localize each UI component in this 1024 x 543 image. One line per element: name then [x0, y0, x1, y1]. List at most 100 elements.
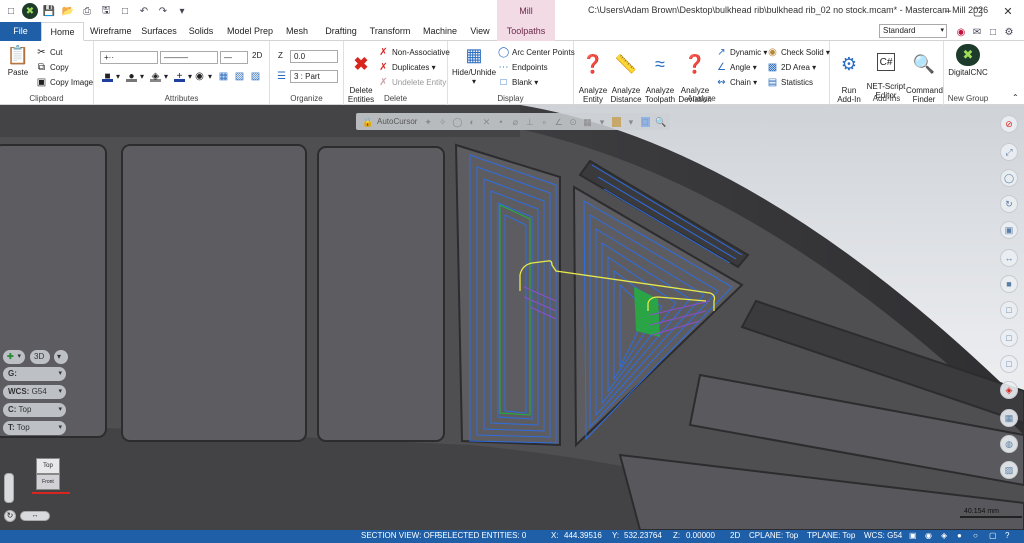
fit-icon[interactable]: ◯ — [1000, 169, 1018, 187]
snap-nearest-icon[interactable]: ∘ — [540, 117, 549, 127]
view-style-combo[interactable]: Standard ▾ — [879, 24, 947, 38]
set-all-button[interactable]: ▦ — [218, 71, 232, 82]
tab-home[interactable]: Home — [41, 22, 84, 41]
levels-icon-button[interactable]: ☰ — [276, 71, 290, 82]
planes-icon[interactable]: ▨ — [1000, 461, 1018, 479]
feedback-icon[interactable]: ✉ — [969, 24, 985, 40]
save-as-icon[interactable]: 🖫 — [98, 3, 114, 19]
tplane-control[interactable]: T: Top ▾ — [3, 421, 66, 435]
view-cube-top[interactable]: Top — [36, 458, 60, 474]
snap-options-icon[interactable]: ▾ — [597, 117, 606, 127]
line-style-combo[interactable]: ——— — [160, 51, 218, 64]
non-associative-button[interactable]: ✗ Non-Associative — [378, 47, 450, 58]
tab-surfaces[interactable]: Surfaces — [139, 22, 179, 41]
section-view-icon[interactable]: ▦ — [1000, 409, 1018, 427]
snap-perpendicular-icon[interactable]: ⊥ — [525, 117, 534, 127]
angle-button[interactable]: ∠ Angle ▾ — [716, 62, 757, 73]
mastercam-logo-icon[interactable]: ✖ — [22, 3, 38, 19]
lock-icon[interactable]: 🔒 — [362, 117, 373, 127]
undelete-entity-button[interactable]: ✗ Undelete Entity — [378, 77, 446, 88]
wireframe-mode-icon[interactable]: ○ — [973, 531, 978, 540]
customize-qat-icon[interactable]: ▾ — [174, 3, 190, 19]
level-combo[interactable]: 3 : Part — [290, 70, 338, 83]
help-icon[interactable]: ◉ — [953, 24, 969, 40]
tab-drafting[interactable]: Drafting — [320, 22, 362, 41]
tab-toolpaths[interactable]: Toolpaths — [497, 22, 555, 41]
gnomon-control-g[interactable]: G: ▾ — [3, 367, 66, 381]
close-button[interactable]: ✕ — [993, 0, 1023, 22]
help-status-icon[interactable]: ? — [1005, 531, 1009, 540]
reset-button[interactable]: ▨ — [250, 71, 264, 82]
color-swatch-icon[interactable] — [611, 116, 622, 127]
endpoints-button[interactable]: ⋯ Endpoints — [498, 62, 548, 73]
shading-icon[interactable]: ■ — [1000, 275, 1018, 293]
hide-icon[interactable]: ◍ — [1000, 435, 1018, 453]
collapse-ribbon-icon[interactable]: □ — [985, 24, 1001, 40]
sphere-icon[interactable]: ● — [957, 531, 962, 540]
mode-status[interactable]: 2D — [730, 531, 740, 540]
cube-icon[interactable]: ▣ — [909, 531, 917, 540]
expand-chevron-icon[interactable]: ▾ — [54, 350, 68, 364]
measure-icon[interactable]: ↔ — [1000, 249, 1018, 267]
merge-icon[interactable]: □ — [117, 3, 133, 19]
selection-mode-icon[interactable]: □ — [640, 116, 651, 127]
shade-mode-icon[interactable]: ◈ — [941, 531, 947, 540]
screenshot-icon[interactable]: ▣ — [1000, 221, 1018, 239]
snap-quadrant-icon[interactable]: ◐ — [467, 117, 476, 127]
view-iso-icon[interactable]: ◈ — [1000, 381, 1018, 399]
new-file-icon[interactable]: □ — [3, 3, 19, 19]
net-script-editor-button[interactable]: C# NET-Script Editor — [866, 44, 906, 100]
wcs-control[interactable]: WCS: G54 ▾ — [3, 385, 66, 399]
view-front-icon[interactable]: □ — [1000, 329, 1018, 347]
dropdown-icon[interactable]: ▾ — [626, 117, 635, 127]
collapse-ribbon-chevron-icon[interactable]: ⌃ — [1012, 93, 1019, 102]
line-width-combo[interactable]: — — [220, 51, 248, 64]
area-2d-button[interactable]: ▩ 2D Area ▾ — [767, 62, 816, 73]
print-icon[interactable]: ⎙ — [79, 3, 95, 19]
cycle-view-icon[interactable]: ↻ — [4, 510, 16, 522]
paste-button[interactable]: 📋 Paste — [4, 44, 32, 77]
add-view-button[interactable]: ✚ ▾ — [3, 350, 25, 364]
tab-mesh[interactable]: Mesh — [283, 22, 311, 41]
undo-icon[interactable]: ↶ — [136, 3, 152, 19]
tab-model-prep[interactable]: Model Prep — [226, 22, 274, 41]
tab-file[interactable]: File — [0, 22, 41, 41]
tab-transform[interactable]: Transform — [368, 22, 412, 41]
snap-tangent-icon[interactable]: ⌀ — [511, 117, 520, 127]
wcs-status[interactable]: WCS: G54 — [864, 531, 902, 540]
copy-image-button[interactable]: ▣ Copy Image — [36, 77, 93, 88]
tab-solids[interactable]: Solids — [185, 22, 217, 41]
save-icon[interactable]: 💾 — [41, 3, 57, 19]
wireframe-color-button[interactable]: ■ ▾ — [102, 71, 120, 82]
section-view-status[interactable]: SECTION VIEW: OFF — [361, 531, 440, 540]
view-options-icon[interactable]: ▢ — [989, 531, 997, 540]
snap-grid-icon[interactable]: ▦ — [583, 117, 592, 127]
rotate-icon[interactable]: ↻ — [1000, 195, 1018, 213]
verify-selection-icon[interactable]: 🔍 — [655, 117, 666, 127]
snap-endpoint-icon[interactable]: ✦ — [423, 117, 432, 127]
tab-machine[interactable]: Machine — [420, 22, 460, 41]
clear-colors-button[interactable]: ▧ — [234, 71, 248, 82]
digitalcnc-button[interactable]: ✖ DigitalCNC — [946, 44, 990, 77]
z-depth-combo[interactable]: 0.0 — [290, 50, 338, 63]
options-icon[interactable]: ⚙ — [1001, 24, 1017, 40]
tab-wireframe[interactable]: Wireframe — [90, 22, 132, 41]
autocursor-toolbar[interactable]: 🔒 AutoCursor ✦ ✧ ◯ ◐ ✕ • ⌀ ⊥ ∘ ∠ ⊙ ▦ ▾ ▾… — [356, 113, 670, 130]
globe-icon[interactable]: ◉ — [925, 531, 932, 540]
statistics-button[interactable]: ▤ Statistics — [767, 77, 813, 88]
mode-3d-button[interactable]: 3D — [30, 350, 50, 364]
chain-button[interactable]: ↭ Chain ▾ — [716, 77, 757, 88]
snap-center-icon[interactable]: ◯ — [452, 117, 462, 127]
dynamic-button[interactable]: ↗ Dynamic ▾ — [716, 47, 767, 58]
check-solid-button[interactable]: ◉ Check Solid ▾ — [767, 47, 830, 58]
hide-unhide-button[interactable]: ▦ Hide/Unhide ▾ — [452, 44, 496, 86]
view-right-icon[interactable]: □ — [1000, 355, 1018, 373]
open-file-icon[interactable]: 📂 — [60, 3, 76, 19]
tplane-status[interactable]: TPLANE: Top — [807, 531, 855, 540]
minimize-button[interactable]: – — [933, 0, 963, 22]
maximize-button[interactable]: ▢ — [963, 0, 993, 22]
view-slider[interactable] — [4, 473, 14, 503]
duplicates-button[interactable]: ✗ Duplicates ▾ — [378, 62, 435, 73]
material-button[interactable]: ◉ ▾ — [194, 71, 212, 82]
snap-angle-icon[interactable]: ∠ — [554, 117, 563, 127]
